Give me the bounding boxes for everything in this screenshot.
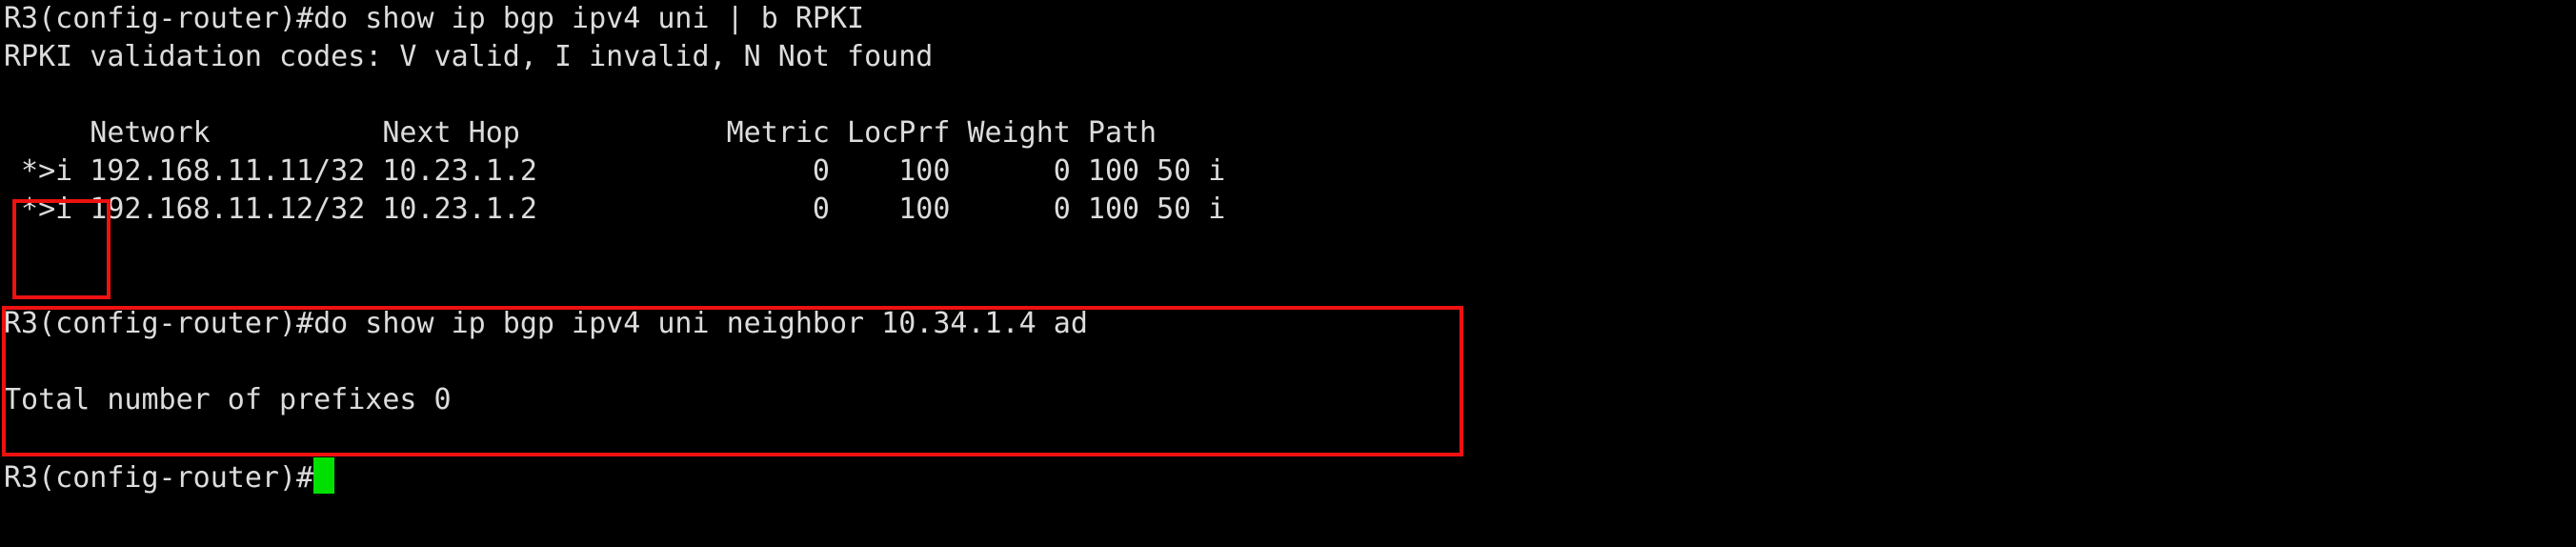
text-cursor: [313, 457, 335, 494]
terminal-line-command-2: R3(config-router)#do show ip bgp ipv4 un…: [4, 307, 1088, 340]
terminal-line-command-1: R3(config-router)#do show ip bgp ipv4 un…: [4, 2, 865, 35]
terminal-window[interactable]: R3(config-router)#do show ip bgp ipv4 un…: [0, 0, 2576, 547]
shell-prompt: R3(config-router)#: [4, 461, 314, 495]
terminal-line-total-prefixes: Total number of prefixes 0: [4, 383, 452, 416]
terminal-line-bgp-table-header: Network Next Hop Metric LocPrf Weight Pa…: [4, 116, 1157, 150]
terminal-line-prompt-active[interactable]: R3(config-router)#: [4, 457, 335, 496]
terminal-line-rpki-legend: RPKI validation codes: V valid, I invali…: [4, 40, 934, 73]
terminal-line-bgp-row-2: *>i 192.168.11.12/32 10.23.1.2 0 100 0 1…: [4, 192, 1226, 226]
terminal-line-bgp-row-1: *>i 192.168.11.11/32 10.23.1.2 0 100 0 1…: [4, 154, 1226, 188]
